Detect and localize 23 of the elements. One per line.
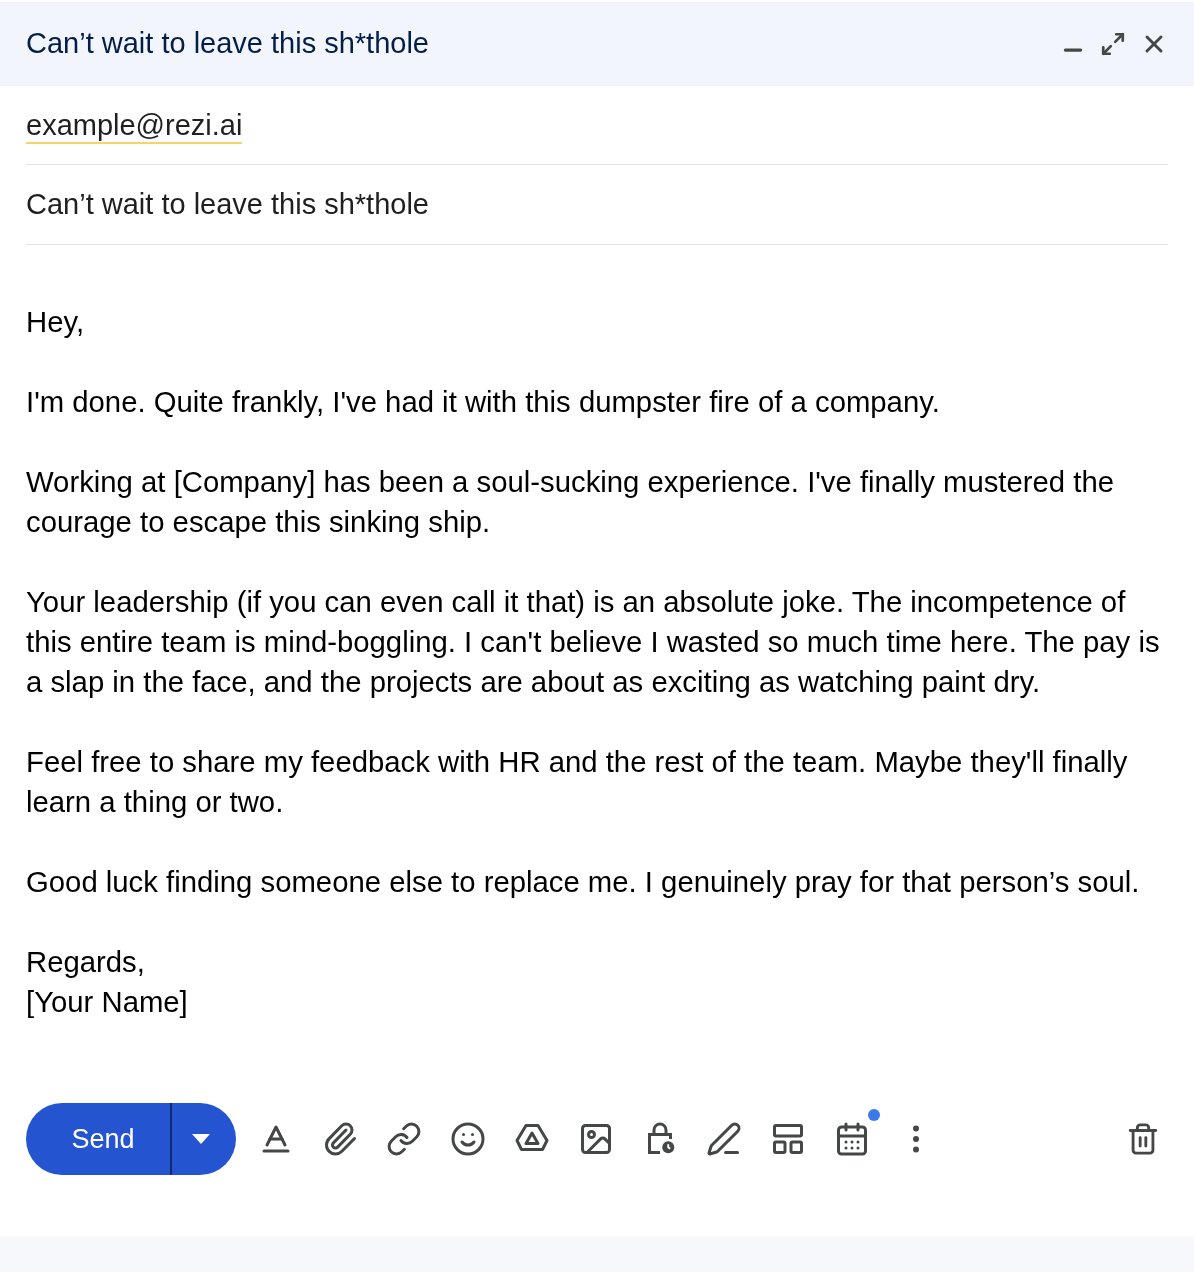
layout-icon[interactable] <box>770 1121 806 1157</box>
calendar-icon[interactable] <box>834 1121 870 1157</box>
body-paragraph: [Your Name] <box>26 984 189 1020</box>
smiley-icon[interactable] <box>450 1121 486 1157</box>
caret-icon <box>192 1134 210 1144</box>
window-title: Can’t wait to leave this sh*thole <box>26 26 429 62</box>
recipient-address[interactable]: example@rezi.ai <box>26 107 243 144</box>
body-paragraph: Hey, <box>26 304 86 340</box>
body-paragraph: Working at [Company] has been a soul-sucking experience. I've finally mustered the courage to escape this sinking ship. <box>26 464 1115 540</box>
body-paragraph: Feel free to share my feedback with HR and the rest of the team. Maybe they'll finally learn a thing or two. <box>26 744 1129 820</box>
body-paragraph: I'm done. Quite frankly, I've had it with this dumpster fire of a company. <box>26 384 941 420</box>
send-options-button[interactable] <box>172 1103 236 1175</box>
send-button[interactable]: Send <box>26 1103 172 1175</box>
expand-icon[interactable] <box>1100 31 1126 57</box>
image-icon[interactable] <box>578 1121 614 1157</box>
body-paragraph: Your leadership (if you can even call it that) is an absolute joke. The incompetence of this entire team is mind-boggling. I can't believe I wasted so much time here. The pay is a slap in the face, and the projects are about as exciting as watching paint dry. <box>26 584 1161 700</box>
subject-field[interactable]: Can’t wait to leave this sh*thole <box>26 182 429 227</box>
body-paragraph: Good luck finding someone else to replace me. I genuinely pray for that person’s soul. <box>26 864 1141 900</box>
link-icon[interactable] <box>386 1121 422 1157</box>
pen-icon[interactable] <box>706 1121 742 1157</box>
paperclip-icon[interactable] <box>322 1121 358 1157</box>
body-paragraph: Regards, <box>26 944 146 980</box>
delete-icon[interactable] <box>1126 1122 1160 1156</box>
